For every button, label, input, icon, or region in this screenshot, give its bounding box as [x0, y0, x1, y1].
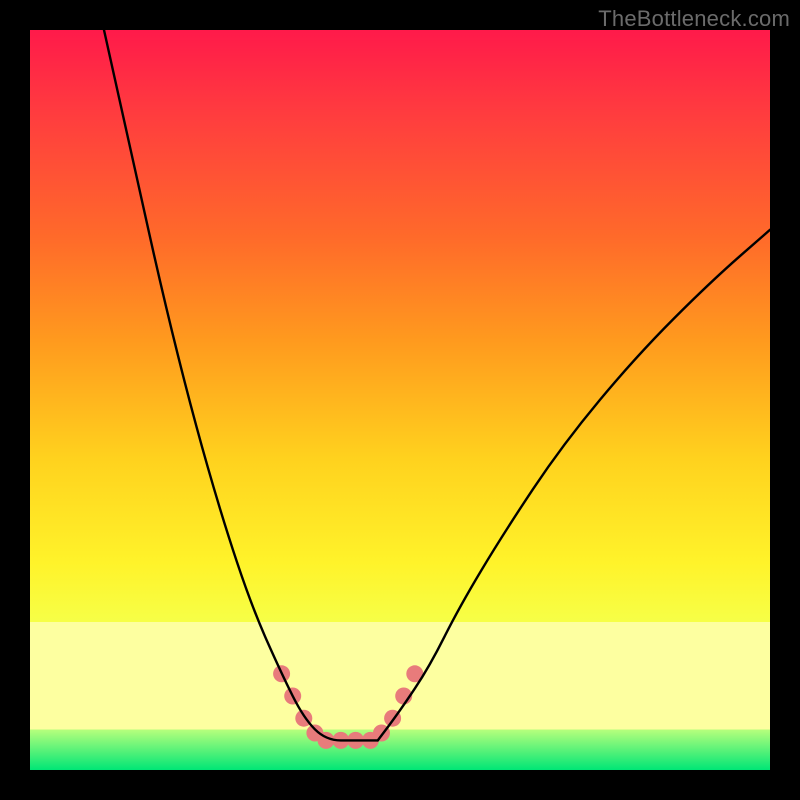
chart-frame: TheBottleneck.com: [0, 0, 800, 800]
right-curve: [378, 230, 770, 741]
left-curve: [104, 30, 378, 740]
watermark-text: TheBottleneck.com: [598, 6, 790, 32]
curves-layer: [30, 30, 770, 770]
